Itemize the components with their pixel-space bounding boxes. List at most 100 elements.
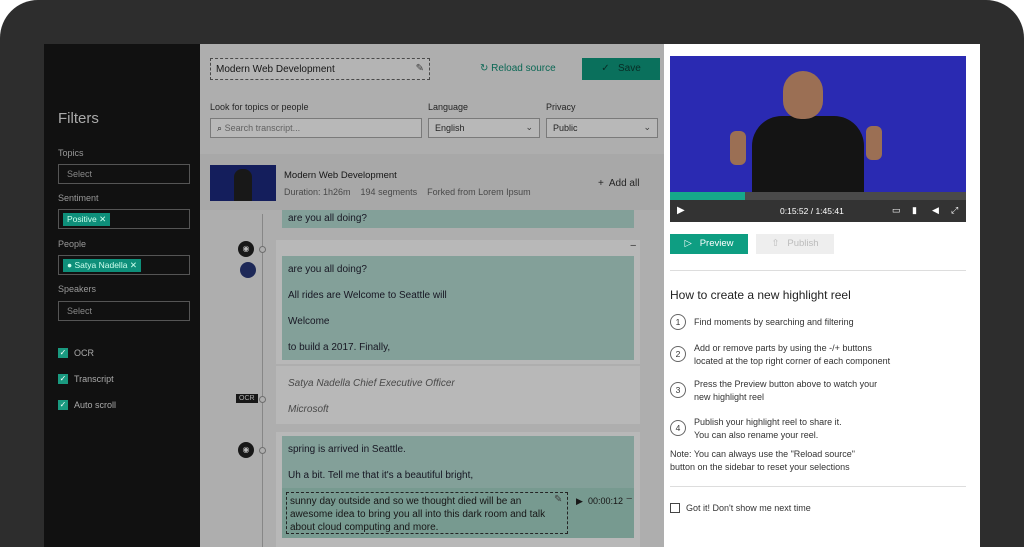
pencil-icon[interactable]: ✎ [416, 63, 424, 74]
transcript-text: Uh a bit. Tell me that it's a beautiful … [288, 470, 474, 481]
sentiment-tag-label: Positive [67, 214, 97, 224]
remove-tag-icon[interactable]: ✕ [99, 214, 106, 224]
person-avatar-icon: ● [67, 260, 73, 270]
remove-segment-icon[interactable]: − [626, 493, 632, 505]
step-text: Press the Preview button above to watch … [694, 379, 878, 402]
play-icon[interactable]: ▶ [576, 496, 583, 507]
reel-editor: Modern Web Development ✎ ↻ Reload source… [200, 44, 664, 547]
preview-button[interactable]: ▷ Preview [670, 234, 748, 254]
transcript-segment[interactable]: are you all doing? All rides are Welcome… [282, 256, 634, 360]
pencil-icon[interactable]: ✎ [554, 494, 562, 505]
step-text: Publish your highlight reel to share it.… [694, 417, 842, 440]
transcript-line[interactable]: are you all doing? [282, 210, 634, 228]
step-number: 1 [670, 314, 686, 330]
play-icon[interactable]: ▶ [677, 205, 685, 216]
language-value: English [435, 123, 465, 133]
checkmark-icon: ✓ [58, 374, 68, 384]
divider [670, 270, 966, 271]
privacy-label: Privacy [546, 102, 576, 112]
video-progress-bar[interactable] [670, 192, 966, 200]
remove-tag-icon[interactable]: ✕ [130, 260, 137, 270]
help-step: 2 Add or remove parts by using the -/+ bu… [670, 342, 890, 367]
transcript-text: All rides are Welcome to Seattle will [288, 290, 447, 301]
segment-edit-field[interactable]: sunny day outside and so we thought died… [286, 492, 568, 534]
add-all-button[interactable]: + Add all [598, 178, 639, 189]
search-label: Look for topics or people [210, 102, 309, 112]
people-tag-label: Satya Nadella [74, 260, 128, 270]
speaker-audio-icon: ◉ [238, 241, 254, 257]
chevron-down-icon: ⌄ [643, 122, 651, 132]
dont-show-again-label: Got it! Don't show me next time [686, 503, 811, 513]
selected-segment[interactable]: sunny day outside and so we thought died… [282, 488, 634, 538]
remove-block-icon[interactable]: − [630, 240, 636, 252]
save-label: Save [617, 63, 641, 74]
source-forked: Forked from Lorem Ipsum [427, 187, 531, 197]
speaker-audio-icon: ◉ [238, 442, 254, 458]
timeline-dot [259, 396, 266, 403]
transcript-text: spring is arrived in Seattle. [288, 444, 406, 455]
checkbox-label: Transcript [74, 374, 114, 384]
transcript-segment[interactable]: spring is arrived in Seattle. Uh a bit. … [282, 436, 634, 488]
volume-icon[interactable]: ◀ [932, 205, 939, 216]
step-text: Find moments by searching and filtering [694, 317, 854, 327]
search-input[interactable]: ⌕ Search transcript... [210, 118, 422, 138]
step-number: 2 [670, 346, 686, 362]
language-select[interactable]: English ⌄ [428, 118, 540, 138]
quality-icon[interactable]: ▮ [912, 205, 917, 216]
reload-source-button[interactable]: ↻ Reload source [480, 63, 556, 74]
fullscreen-icon[interactable]: ⤢ [951, 205, 958, 216]
checkmark-icon: ✓ [58, 400, 68, 410]
video-controls: ▶ 0:15:52 / 1:45:41 ▭ ▮ ◀ ⤢ [670, 200, 966, 222]
speakers-select[interactable]: Select [58, 301, 190, 321]
save-button[interactable]: ✓ Save [582, 58, 660, 80]
preview-panel: ▶ 0:15:52 / 1:45:41 ▭ ▮ ◀ ⤢ ▷ Preview ⇧ … [664, 44, 980, 547]
source-duration: Duration: 1h26m [284, 187, 351, 197]
caption-icon[interactable]: ▭ [892, 205, 901, 216]
timeline-line [262, 214, 263, 547]
progress-fill [670, 192, 745, 200]
people-tag[interactable]: ● Satya Nadella ✕ [63, 259, 141, 272]
ocr-text[interactable]: Satya Nadella Chief Executive Officer [288, 378, 455, 389]
video-player[interactable]: ▶ 0:15:52 / 1:45:41 ▭ ▮ ◀ ⤢ [670, 56, 966, 222]
step-number: 3 [670, 382, 686, 398]
search-placeholder: Search transcript... [224, 123, 301, 133]
privacy-select[interactable]: Public ⌄ [546, 118, 658, 138]
ocr-badge: OCR [236, 394, 258, 403]
publish-button[interactable]: ⇧ Publish [756, 234, 834, 254]
sentiment-select[interactable]: Positive ✕ [58, 209, 190, 229]
people-select[interactable]: ● Satya Nadella ✕ [58, 255, 190, 275]
ocr-checkbox[interactable]: ✓ OCR [58, 348, 94, 358]
chevron-down-icon: ⌄ [525, 122, 533, 132]
speaker-hand [866, 126, 882, 160]
speaker-figure [752, 116, 864, 196]
dont-show-again-checkbox[interactable]: Got it! Don't show me next time [670, 503, 811, 513]
divider [670, 486, 966, 487]
transcript-text: Welcome [288, 316, 330, 327]
checkbox-label: OCR [74, 348, 94, 358]
refresh-icon: ↻ [480, 63, 489, 74]
reload-label: Reload source [491, 63, 556, 74]
transcript-text: are you all doing? [288, 264, 367, 275]
speaker-hand [730, 131, 746, 165]
preview-label: Preview [699, 238, 734, 249]
filters-sidebar: Filters Topics Select Sentiment Positive… [44, 44, 200, 547]
topics-placeholder: Select [67, 169, 93, 179]
checkbox-label: Auto scroll [74, 400, 117, 410]
ocr-text[interactable]: Microsoft [288, 404, 329, 415]
people-label: People [58, 239, 87, 249]
autoscroll-checkbox[interactable]: ✓ Auto scroll [58, 400, 116, 410]
reel-name-value: Modern Web Development [216, 64, 335, 75]
transcript-checkbox[interactable]: ✓ Transcript [58, 374, 114, 384]
source-title: Modern Web Development [284, 170, 397, 181]
speakers-label: Speakers [58, 284, 97, 294]
upload-icon: ⇧ [771, 238, 780, 249]
checkmark-icon: ✓ [58, 348, 68, 358]
speakers-placeholder: Select [67, 306, 93, 316]
sentiment-tag[interactable]: Positive ✕ [63, 213, 111, 226]
topics-select[interactable]: Select [58, 164, 190, 184]
help-title: How to create a new highlight reel [670, 288, 851, 302]
language-label: Language [428, 102, 469, 112]
plus-icon: + [598, 178, 604, 189]
reel-name-field[interactable]: Modern Web Development ✎ [210, 58, 430, 80]
play-icon: ▷ [684, 238, 692, 249]
